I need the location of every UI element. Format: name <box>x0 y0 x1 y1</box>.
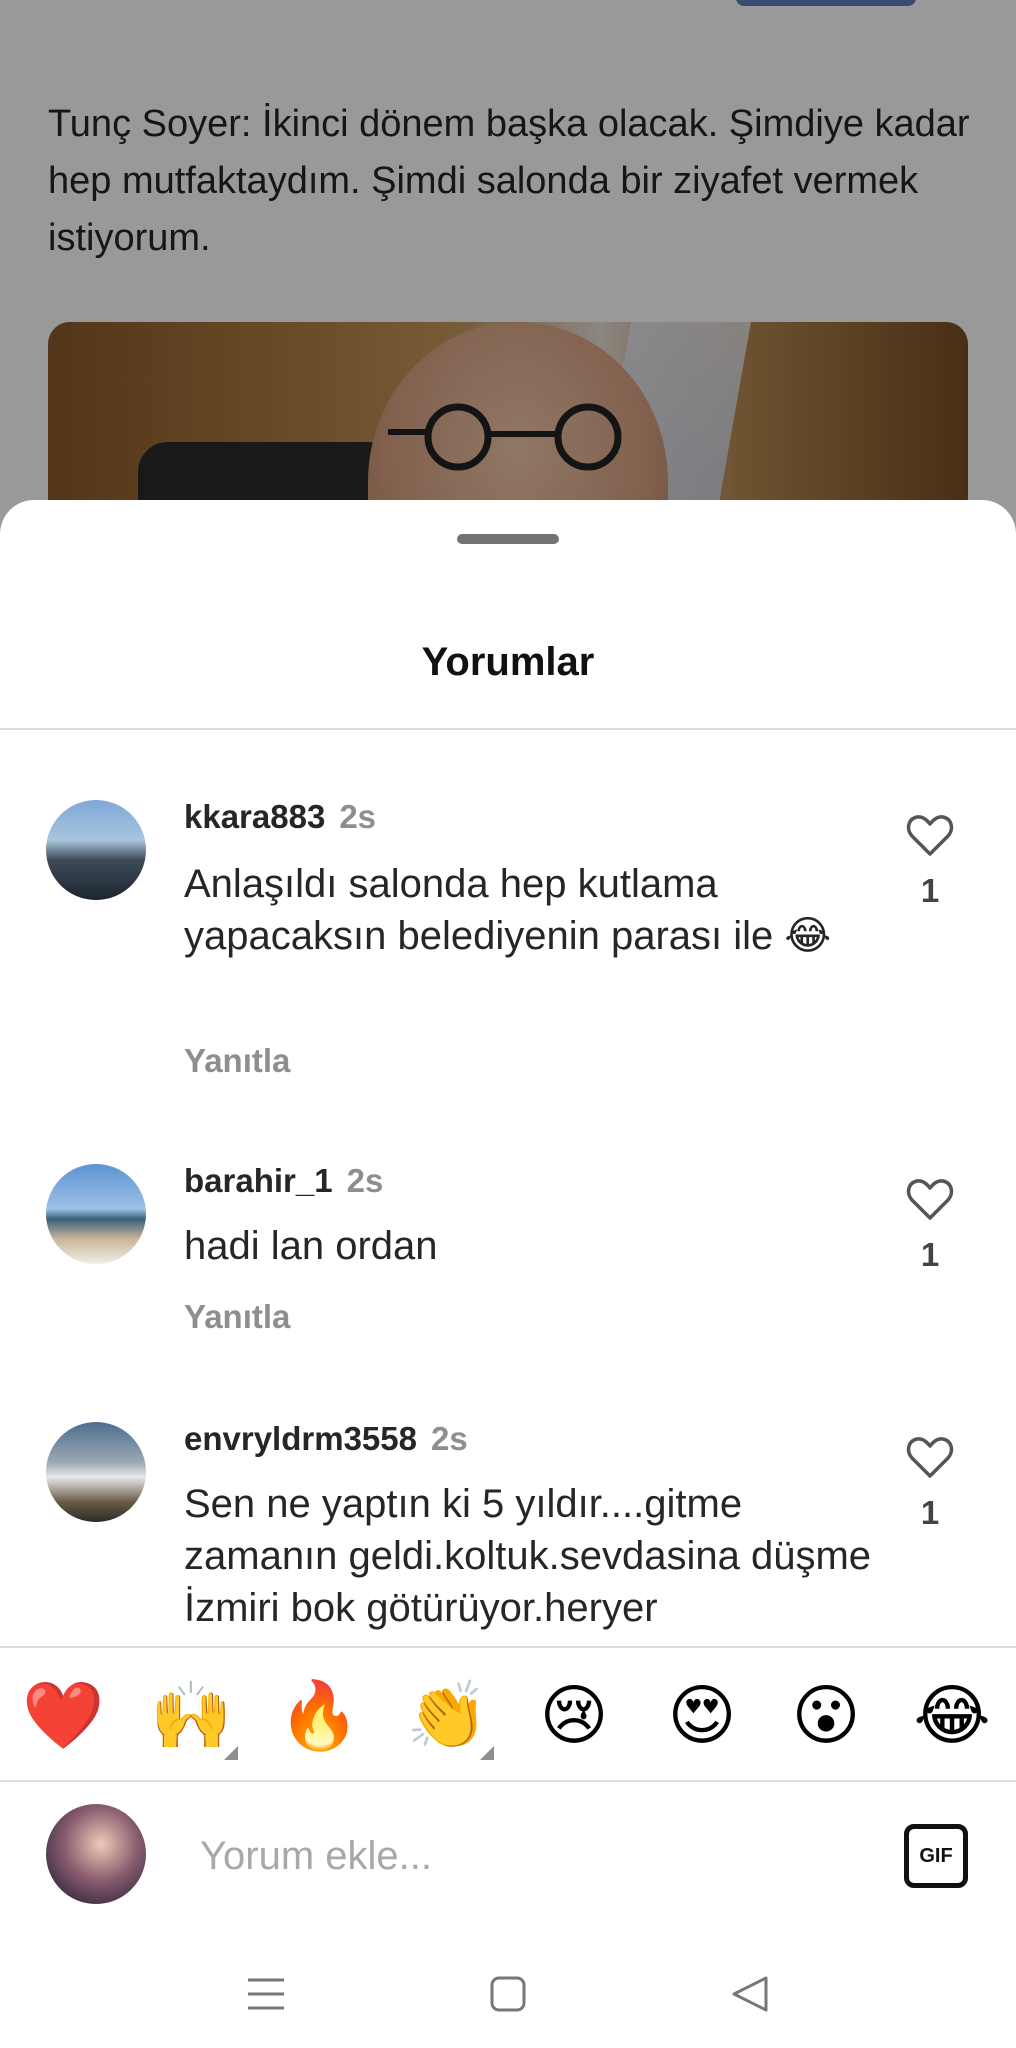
comment-input[interactable] <box>200 1828 860 1884</box>
comment-username[interactable]: barahir_1 <box>184 1162 333 1199</box>
comment-username[interactable]: envryldrm3558 <box>184 1420 417 1457</box>
comment-text: Sen ne yaptın ki 5 yıldır....gitme zaman… <box>184 1482 872 1630</box>
heart-icon[interactable] <box>906 814 954 858</box>
drag-handle[interactable] <box>457 534 559 544</box>
screen: Tunç Soyer: İkinci dönem başka olacak. Ş… <box>0 0 1016 2048</box>
like-count: 1 <box>920 1494 940 1531</box>
comment-item: envryldrm3558 2s Sen ne yaptın ki 5 yıldı… <box>0 1348 1016 1648</box>
menu-icon[interactable] <box>236 1964 296 2024</box>
emoji-laughing[interactable]: 😂 <box>912 1676 992 1756</box>
like-count: 1 <box>920 1236 940 1273</box>
comment-time: 2s <box>339 798 377 835</box>
comment-text: Anlaşıldı salonda hep kutlama yapacaksın… <box>184 862 832 958</box>
emoji-raised-hands[interactable]: 🙌 <box>150 1676 238 1760</box>
back-triangle-icon[interactable] <box>720 1964 780 2024</box>
comments-sheet: Yorumlar kkara883 2s Anlaşıldı salonda he… <box>0 500 1016 2048</box>
avatar[interactable] <box>46 1422 146 1522</box>
emoji-fire[interactable]: 🔥 <box>278 1676 360 1756</box>
comment-time: 2s <box>346 1162 384 1199</box>
like-count: 1 <box>920 872 940 909</box>
home-square-icon[interactable] <box>478 1964 538 2024</box>
heart-icon[interactable] <box>906 1436 954 1480</box>
emoji-surprised[interactable]: 😮 <box>786 1676 866 1756</box>
heart-icon[interactable] <box>906 1178 954 1222</box>
emoji-crying[interactable]: 😢 <box>534 1676 614 1756</box>
emoji-heart[interactable]: ❤️ <box>22 1676 104 1756</box>
comment-composer: GIF <box>0 1784 1016 1924</box>
comment-item: kkara883 2s Anlaşıldı salonda hep kutlama… <box>0 730 1016 1090</box>
comment-item: barahir_1 2s hadi lan ordan Yanıtla 1 <box>0 1090 1016 1350</box>
reply-button[interactable]: Yanıtla <box>184 1298 290 1336</box>
emoji-heart-eyes[interactable]: 😍 <box>662 1676 742 1756</box>
avatar[interactable] <box>46 1164 146 1264</box>
comment-time: 2s <box>430 1420 468 1457</box>
comment-header: kkara883 2s <box>184 798 376 836</box>
comment-header: barahir_1 2s <box>184 1162 383 1200</box>
emoji-bar: ❤️ 🙌 🔥 👏 😢 😍 😮 😂 <box>0 1646 1016 1782</box>
sheet-title: Yorumlar <box>421 640 595 684</box>
avatar[interactable] <box>46 800 146 900</box>
reply-button[interactable]: Yanıtla <box>184 1042 290 1080</box>
system-nav-bar <box>0 1924 1016 2048</box>
comment-text: hadi lan ordan <box>184 1224 438 1268</box>
gif-button[interactable]: GIF <box>904 1824 968 1888</box>
emoji-clapping[interactable]: 👏 <box>406 1676 494 1760</box>
comment-header: envryldrm3558 2s <box>184 1420 468 1458</box>
my-avatar <box>46 1804 146 1904</box>
comment-username[interactable]: kkara883 <box>184 798 325 835</box>
